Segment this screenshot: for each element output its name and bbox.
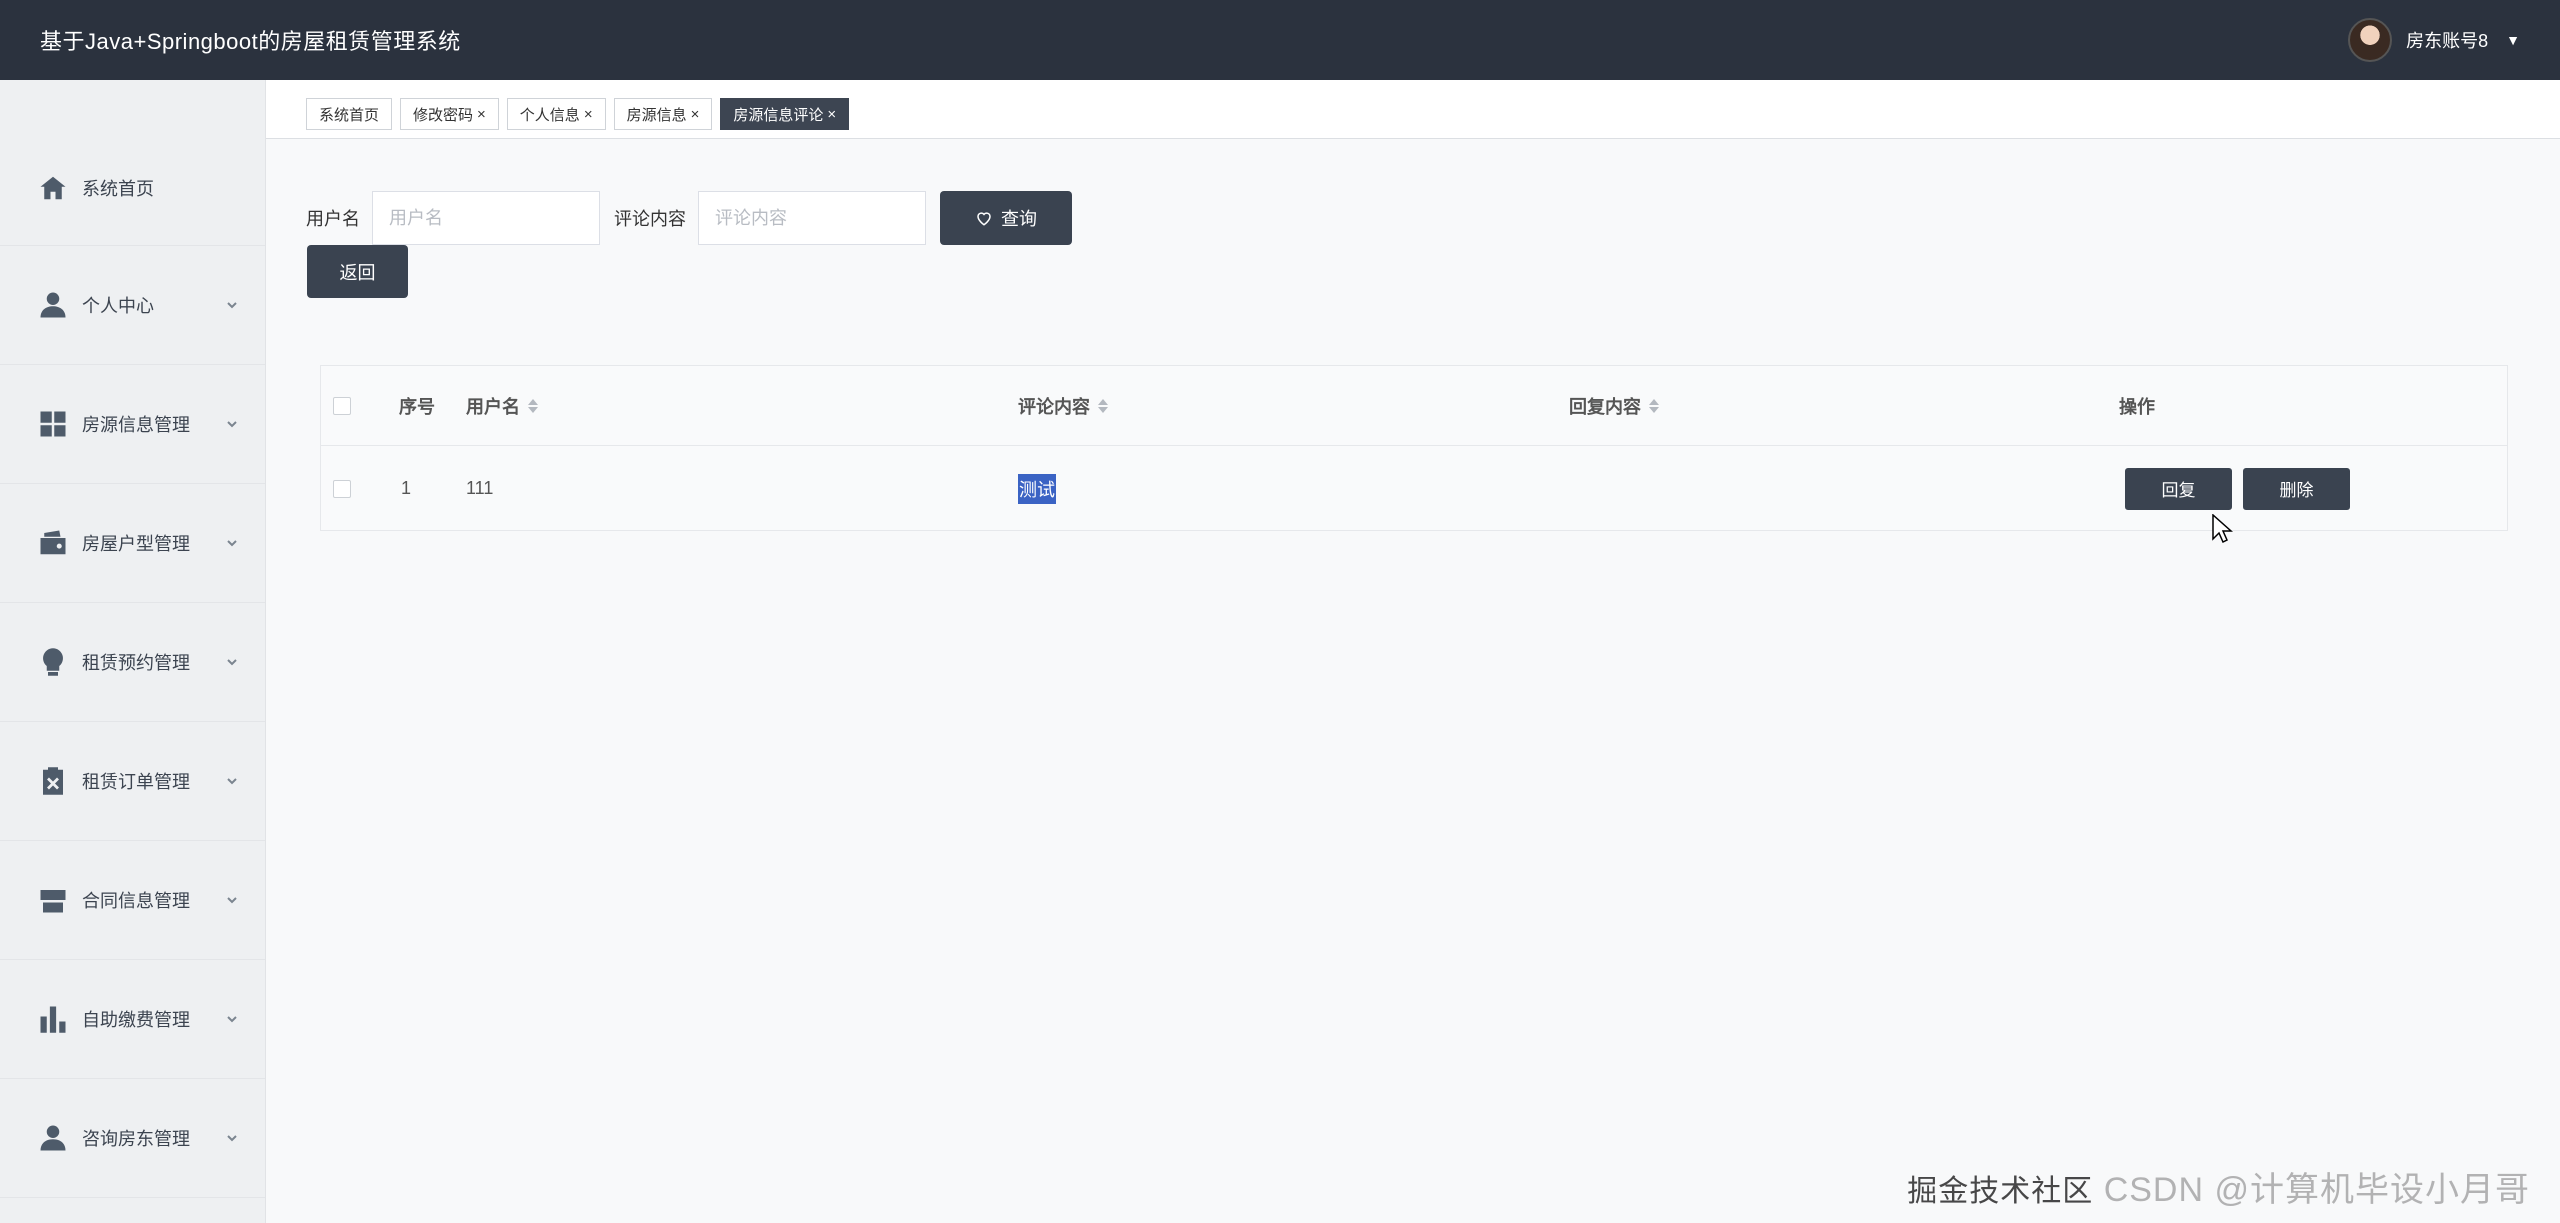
chevron-down-icon (225, 536, 239, 550)
tab-label: 房源信息评论 (733, 106, 824, 124)
wallet-icon (36, 526, 70, 560)
avatar[interactable] (2348, 18, 2393, 62)
username-search-input[interactable] (372, 191, 600, 245)
row-checkbox[interactable] (333, 479, 351, 498)
chevron-down-icon (225, 298, 239, 312)
user-menu[interactable]: 房东账号8 ▼ (2348, 18, 2520, 62)
chevron-down-icon (225, 774, 239, 788)
search-button[interactable]: 查询 (940, 191, 1072, 245)
row-select-cell (333, 446, 351, 531)
header-index: 序号 (399, 396, 435, 417)
back-button[interactable]: 返回 (307, 245, 408, 298)
sidebar-item-consult-landlord[interactable]: 咨询房东管理 (0, 1079, 265, 1198)
tab-label: 房源信息 (626, 106, 687, 124)
header-label: 评论内容 (1018, 396, 1090, 417)
tab-personal-info[interactable]: 个人信息 × (506, 98, 606, 130)
sort-icon[interactable] (1098, 398, 1108, 413)
cell-comment: 测试 (1018, 446, 1056, 531)
sidebar: 系统首页 个人中心 房源信息管理 房屋户型管理 租赁预约管理 租赁订单管理 合同… (0, 80, 266, 1223)
tab-label: 个人信息 (519, 106, 580, 124)
tab-label: 修改密码 (413, 106, 474, 124)
sidebar-item-house-info[interactable]: 房源信息管理 (0, 365, 265, 484)
sidebar-item-label: 租赁订单管理 (82, 772, 190, 792)
header-label: 回复内容 (1569, 396, 1641, 417)
close-icon[interactable]: × (584, 106, 593, 123)
tabs-bar: 系统首页 修改密码 × 个人信息 × 房源信息 × 房源信息评论 × (266, 80, 2560, 139)
table-header: 序号 用户名 评论内容 回复内容 操作 (321, 366, 2507, 446)
watermark-sub: 掘金技术社区 (1907, 1175, 2094, 1208)
sidebar-item-personal-center[interactable]: 个人中心 (0, 246, 265, 365)
sidebar-item-house-type[interactable]: 房屋户型管理 (0, 484, 265, 603)
sort-icon[interactable] (528, 398, 538, 413)
grid-icon (36, 407, 70, 441)
cell-index: 1 (401, 478, 412, 498)
sidebar-item-self-payment[interactable]: 自助缴费管理 (0, 960, 265, 1079)
sidebar-item-label: 房屋户型管理 (82, 534, 190, 554)
bulb-icon (36, 645, 70, 679)
header-label: 用户名 (466, 396, 520, 417)
sidebar-item-label: 咨询房东管理 (82, 1129, 190, 1149)
username-label[interactable]: 房东账号8 (2406, 27, 2488, 53)
close-icon[interactable]: × (827, 106, 836, 123)
sidebar-item-rental-orders[interactable]: 租赁订单管理 (0, 722, 265, 841)
mouse-pointer-icon (2212, 513, 2234, 544)
header-comment[interactable]: 评论内容 (1018, 366, 1108, 445)
chevron-down-icon (225, 655, 239, 669)
tab-home[interactable]: 系统首页 (306, 98, 393, 130)
username-label: 用户名 (306, 209, 360, 229)
header-reply[interactable]: 回复内容 (1569, 366, 1659, 445)
app-title: 基于Java+Springboot的房屋租赁管理系统 (40, 29, 461, 54)
chevron-down-icon (225, 893, 239, 907)
search-button-label: 查询 (1001, 209, 1037, 229)
tab-house-info-comments[interactable]: 房源信息评论 × (720, 98, 850, 130)
table-row: 1 111 测试 回复 删除 (321, 446, 2507, 531)
search-form: 用户名 评论内容 查询 (306, 191, 1072, 245)
sidebar-item-label: 自助缴费管理 (82, 1010, 190, 1030)
bar-chart-icon (36, 1002, 70, 1036)
sidebar-item-label: 个人中心 (82, 296, 154, 316)
store-icon (36, 883, 70, 917)
clipboard-x-icon (36, 764, 70, 798)
watermark: 掘金技术社区 CSDN @计算机毕设小月哥 (1907, 1162, 2530, 1211)
close-icon[interactable]: × (477, 106, 486, 123)
sidebar-item-label: 合同信息管理 (82, 891, 190, 911)
sidebar-item-contracts[interactable]: 合同信息管理 (0, 841, 265, 960)
selected-text: 测试 (1018, 473, 1056, 504)
comments-table: 序号 用户名 评论内容 回复内容 操作 1 111 测试 回复 删除 (320, 365, 2508, 531)
select-all-cell (333, 366, 351, 445)
watermark-text: CSDN @计算机毕设小月哥 (2103, 1171, 2530, 1209)
header-actions: 操作 (2119, 396, 2155, 417)
top-header: 基于Java+Springboot的房屋租赁管理系统 房东账号8 ▼ (0, 0, 2560, 80)
sidebar-item-label: 系统首页 (82, 178, 154, 199)
reply-button[interactable]: 回复 (2125, 467, 2232, 510)
user-icon (36, 1121, 70, 1155)
tab-label: 系统首页 (319, 106, 380, 124)
chevron-down-icon (225, 1012, 239, 1026)
sidebar-item-label: 房源信息管理 (82, 415, 190, 435)
comment-label: 评论内容 (614, 209, 686, 229)
tab-house-info[interactable]: 房源信息 × (613, 98, 713, 130)
sidebar-item-rental-booking[interactable]: 租赁预约管理 (0, 603, 265, 722)
comment-search-input[interactable] (698, 191, 926, 245)
sidebar-item-home[interactable]: 系统首页 (0, 130, 265, 246)
sidebar-item-label: 租赁预约管理 (82, 653, 190, 673)
heart-icon (975, 209, 993, 227)
tab-change-password[interactable]: 修改密码 × (400, 98, 499, 130)
cell-actions: 回复 删除 (2125, 446, 2350, 531)
header-username[interactable]: 用户名 (466, 366, 538, 445)
chevron-down-icon (225, 1131, 239, 1145)
user-icon (36, 288, 70, 322)
cell-username: 111 (466, 478, 494, 498)
close-icon[interactable]: × (691, 106, 700, 123)
select-all-checkbox[interactable] (333, 396, 351, 415)
sort-icon[interactable] (1649, 398, 1659, 413)
delete-button[interactable]: 删除 (2243, 467, 2350, 510)
chevron-down-icon (225, 417, 239, 431)
home-icon (36, 171, 70, 205)
caret-down-icon[interactable]: ▼ (2506, 32, 2520, 48)
